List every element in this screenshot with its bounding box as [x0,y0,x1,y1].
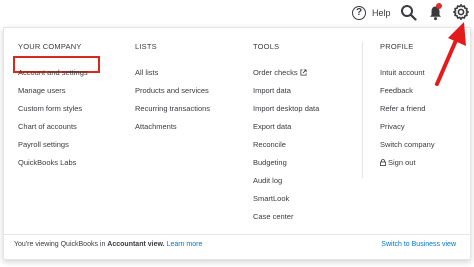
menu-item-switch-company[interactable]: Switch company [380,136,435,154]
menu-item-refer-a-friend[interactable]: Refer a friend [380,100,435,118]
menu-item-payroll-settings[interactable]: Payroll settings [18,136,88,154]
column-heading: TOOLS [253,42,280,51]
view-name: Accountant view. [107,241,165,248]
column-lists: LISTS All lists Products and services Re… [135,42,210,136]
menu-item-account-and-settings[interactable]: Account and settings [18,64,88,82]
menu-item-products-and-services[interactable]: Products and services [135,82,210,100]
menu-item-label: Sign out [388,158,416,167]
footer-divider [4,234,470,235]
top-bar: ? Help [0,0,474,26]
column-heading: YOUR COMPANY [18,42,82,51]
menu-item-feedback[interactable]: Feedback [380,82,435,100]
menu-item-export-data[interactable]: Export data [253,118,319,136]
view-notice-prefix: You're viewing QuickBooks in [14,241,108,248]
external-link-icon [300,69,307,76]
column-divider [362,42,363,178]
menu-item-import-desktop-data[interactable]: Import desktop data [253,100,319,118]
lock-icon [380,159,386,166]
menu-item-quickbooks-labs[interactable]: QuickBooks Labs [18,154,88,172]
menu-item-budgeting[interactable]: Budgeting [253,154,319,172]
menu-item-privacy[interactable]: Privacy [380,118,435,136]
column-heading: PROFILE [380,42,414,51]
menu-item-custom-form-styles[interactable]: Custom form styles [18,100,88,118]
menu-item-case-center[interactable]: Case center [253,208,319,226]
menu-item-import-data[interactable]: Import data [253,82,319,100]
menu-item-reconcile[interactable]: Reconcile [253,136,319,154]
column-tools: TOOLS Order checks Import data Import de… [253,42,319,226]
view-mode-notice: You're viewing QuickBooks in Accountant … [14,241,202,248]
menu-item-order-checks[interactable]: Order checks [253,64,319,82]
help-label: Help [372,8,391,18]
notification-dot [436,3,442,9]
menu-item-label: Order checks [253,68,298,77]
menu-item-chart-of-accounts[interactable]: Chart of accounts [18,118,88,136]
menu-item-intuit-account[interactable]: Intuit account [380,64,435,82]
help-button[interactable]: ? Help [352,4,391,22]
search-icon[interactable] [400,4,417,21]
help-icon: ? [352,6,366,20]
menu-item-all-lists[interactable]: All lists [135,64,210,82]
column-profile: PROFILE Intuit account Feedback Refer a … [380,42,435,172]
menu-item-manage-users[interactable]: Manage users [18,82,88,100]
menu-item-recurring-transactions[interactable]: Recurring transactions [135,100,210,118]
learn-more-link[interactable]: Learn more [167,241,203,248]
menu-item-sign-out[interactable]: Sign out [380,154,435,172]
menu-item-smartlook[interactable]: SmartLook [253,190,319,208]
menu-item-attachments[interactable]: Attachments [135,118,210,136]
column-heading: LISTS [135,42,157,51]
column-your-company: YOUR COMPANY Account and settings Manage… [18,42,88,172]
menu-item-audit-log[interactable]: Audit log [253,172,319,190]
switch-to-business-view-link[interactable]: Switch to Business view [381,241,456,248]
red-arrow-annotation [435,22,466,86]
settings-dropdown: YOUR COMPANY Account and settings Manage… [3,27,471,260]
